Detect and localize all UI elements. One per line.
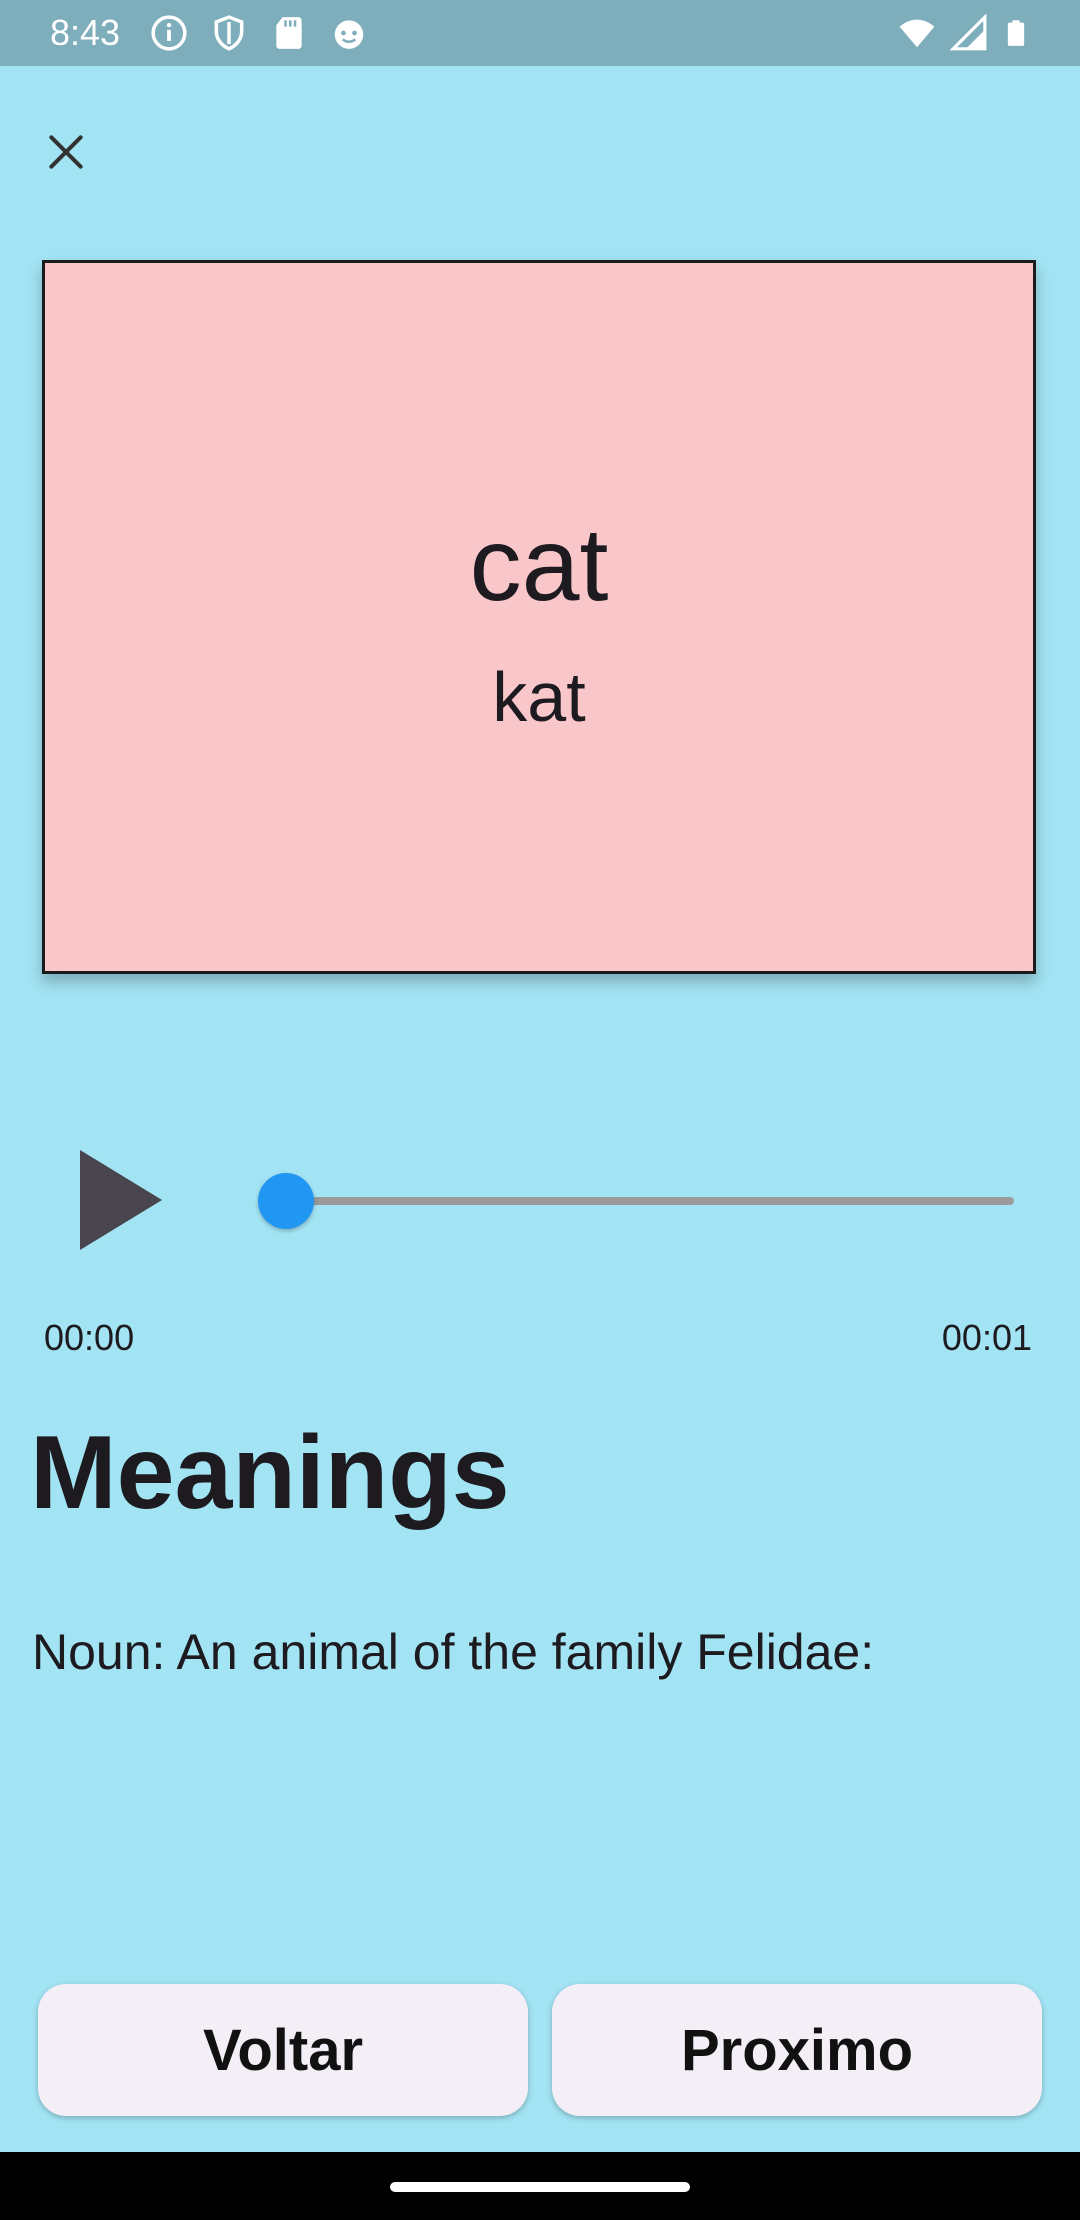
back-button[interactable]: Voltar [38, 1984, 528, 2116]
signal-icon [950, 14, 987, 51]
close-button[interactable] [30, 116, 102, 188]
status-time: 8:43 [50, 12, 121, 53]
play-icon [80, 1150, 162, 1250]
audio-progress-slider[interactable] [258, 1168, 1014, 1232]
sd-card-icon [276, 17, 302, 49]
meanings-heading: Meanings [30, 1415, 510, 1531]
slider-track [286, 1197, 1014, 1205]
flashcard[interactable]: cat kat [42, 260, 1036, 974]
shield-icon [214, 15, 244, 51]
status-bar: 8:43 [0, 0, 1080, 66]
play-button[interactable] [66, 1140, 176, 1260]
wifi-icon [899, 19, 935, 48]
navigation-bar [0, 2152, 1080, 2220]
next-button[interactable]: Proximo [552, 1984, 1042, 2116]
android-icon [334, 20, 364, 49]
status-icons-right [898, 14, 1030, 52]
meaning-text: Noun: An animal of the family Felidae: [32, 1624, 875, 1680]
info-icon [151, 15, 187, 51]
flashcard-word: cat [469, 507, 609, 623]
home-handle[interactable] [390, 2182, 690, 2192]
total-time: 00:01 [941, 1317, 1032, 1358]
battery-icon [1007, 20, 1025, 46]
current-time: 00:00 [44, 1317, 135, 1358]
close-icon [49, 135, 83, 169]
flashcard-phonetic: kat [492, 658, 586, 736]
slider-thumb[interactable] [258, 1173, 314, 1229]
status-icons-left [150, 14, 368, 52]
